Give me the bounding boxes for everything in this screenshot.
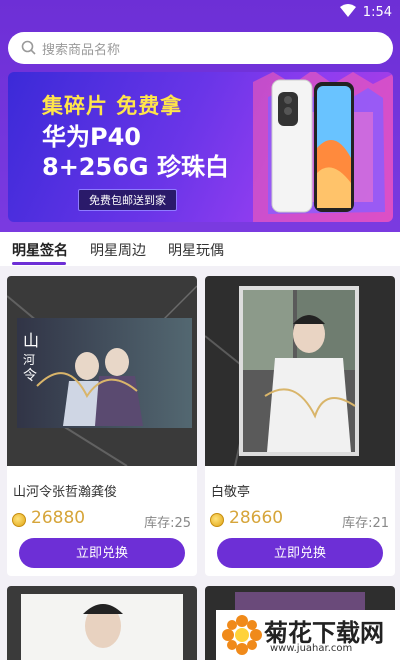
- phone-image: [271, 79, 354, 213]
- status-time: 1:54: [362, 5, 392, 20]
- wifi-icon: [340, 4, 356, 22]
- product-price: 28660: [229, 508, 284, 528]
- promo-banner[interactable]: 集碎片 免费拿 华为P40 8+256G 珍珠白 免费包邮送到家: [8, 72, 393, 222]
- product-name: 白敬亭: [211, 485, 251, 500]
- banner-tagline: 免费包邮送到家: [78, 189, 177, 211]
- redeem-button[interactable]: 立即兑换: [217, 538, 383, 568]
- coin-icon: [12, 513, 26, 527]
- product-price: 26880: [31, 508, 86, 528]
- watermark-logo: 菊花下载网 www.juahar.com: [216, 610, 400, 660]
- coin-icon: [210, 513, 224, 527]
- tab-star-merch[interactable]: 明星周边: [90, 240, 146, 260]
- svg-text:山: 山: [23, 331, 39, 350]
- active-tab-indicator: [12, 262, 66, 265]
- flower-icon: [222, 615, 262, 655]
- svg-text:令: 令: [23, 368, 37, 384]
- product-stock: 库存:25: [144, 516, 191, 531]
- product-grid: 山 河 令 山河令张哲瀚龚俊 26880 库存:25 立即兑换 白敬亭 2866…: [0, 266, 400, 660]
- product-card[interactable]: 白敬亭 28660 库存:21 立即兑换: [205, 276, 395, 576]
- search-input[interactable]: 搜索商品名称: [8, 32, 393, 64]
- tab-star-dolls[interactable]: 明星玩偶: [168, 240, 224, 260]
- banner-headline: 集碎片 免费拿: [42, 94, 183, 118]
- product-stock: 库存:21: [342, 516, 389, 531]
- product-card-partial[interactable]: [7, 586, 197, 660]
- tab-star-signatures[interactable]: 明星签名: [12, 240, 68, 260]
- product-card[interactable]: 山 河 令 山河令张哲瀚龚俊 26880 库存:25 立即兑换: [7, 276, 197, 576]
- product-image: [7, 586, 197, 660]
- status-bar: 1:54: [0, 0, 400, 26]
- redeem-button[interactable]: 立即兑换: [19, 538, 185, 568]
- svg-text:河: 河: [23, 353, 35, 367]
- search-icon: [21, 40, 36, 59]
- search-placeholder: 搜索商品名称: [42, 43, 121, 58]
- banner-spec: 8+256G 珍珠白: [42, 153, 229, 181]
- product-image: 山 河 令: [7, 276, 197, 466]
- watermark-url: www.juahar.com: [270, 643, 353, 654]
- category-tabs: 明星签名 明星周边 明星玩偶: [0, 232, 400, 266]
- product-image: [205, 276, 395, 466]
- product-name: 山河令张哲瀚龚俊: [13, 485, 118, 500]
